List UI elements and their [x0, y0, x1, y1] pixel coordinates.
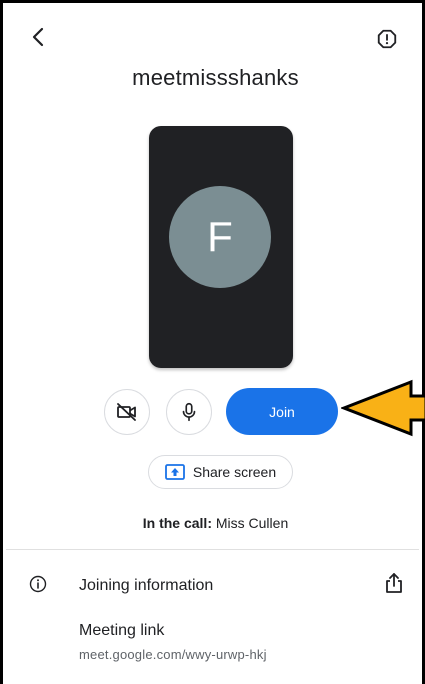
- chevron-left-icon: [32, 27, 44, 47]
- screen-frame: meetmissshanks F Join Share screen In th…: [0, 0, 425, 684]
- avatar: F: [169, 186, 271, 288]
- mic-icon: [182, 402, 196, 422]
- report-problem-button[interactable]: [373, 25, 401, 53]
- pointer-arrow-annotation: [341, 379, 425, 437]
- meeting-link-label: Meeting link: [79, 622, 165, 639]
- participant-names: Miss Cullen: [215, 515, 289, 531]
- share-screen-button[interactable]: Share screen: [148, 455, 293, 489]
- microphone-toggle-button[interactable]: [166, 389, 212, 435]
- info-icon: [29, 575, 47, 593]
- in-call-prefix: In the call:: [142, 515, 212, 531]
- share-info-button[interactable]: [384, 572, 404, 599]
- join-button[interactable]: Join: [226, 388, 338, 435]
- participants-status: In the call: Miss Cullen: [3, 515, 425, 531]
- meeting-link-url[interactable]: meet.google.com/wwy-urwp-hkj: [79, 647, 267, 662]
- present-to-all-icon: [164, 464, 185, 480]
- report-problem-icon: [377, 29, 397, 49]
- self-video-preview: F: [149, 126, 293, 368]
- joining-information-heading: Joining information: [79, 577, 214, 594]
- meeting-title: meetmissshanks: [132, 65, 299, 90]
- share-icon: [386, 573, 402, 593]
- back-button[interactable]: [25, 23, 53, 51]
- camera-off-icon: [117, 403, 136, 421]
- section-divider: [6, 549, 419, 550]
- camera-toggle-button[interactable]: [104, 389, 150, 435]
- share-screen-label: Share screen: [192, 464, 277, 480]
